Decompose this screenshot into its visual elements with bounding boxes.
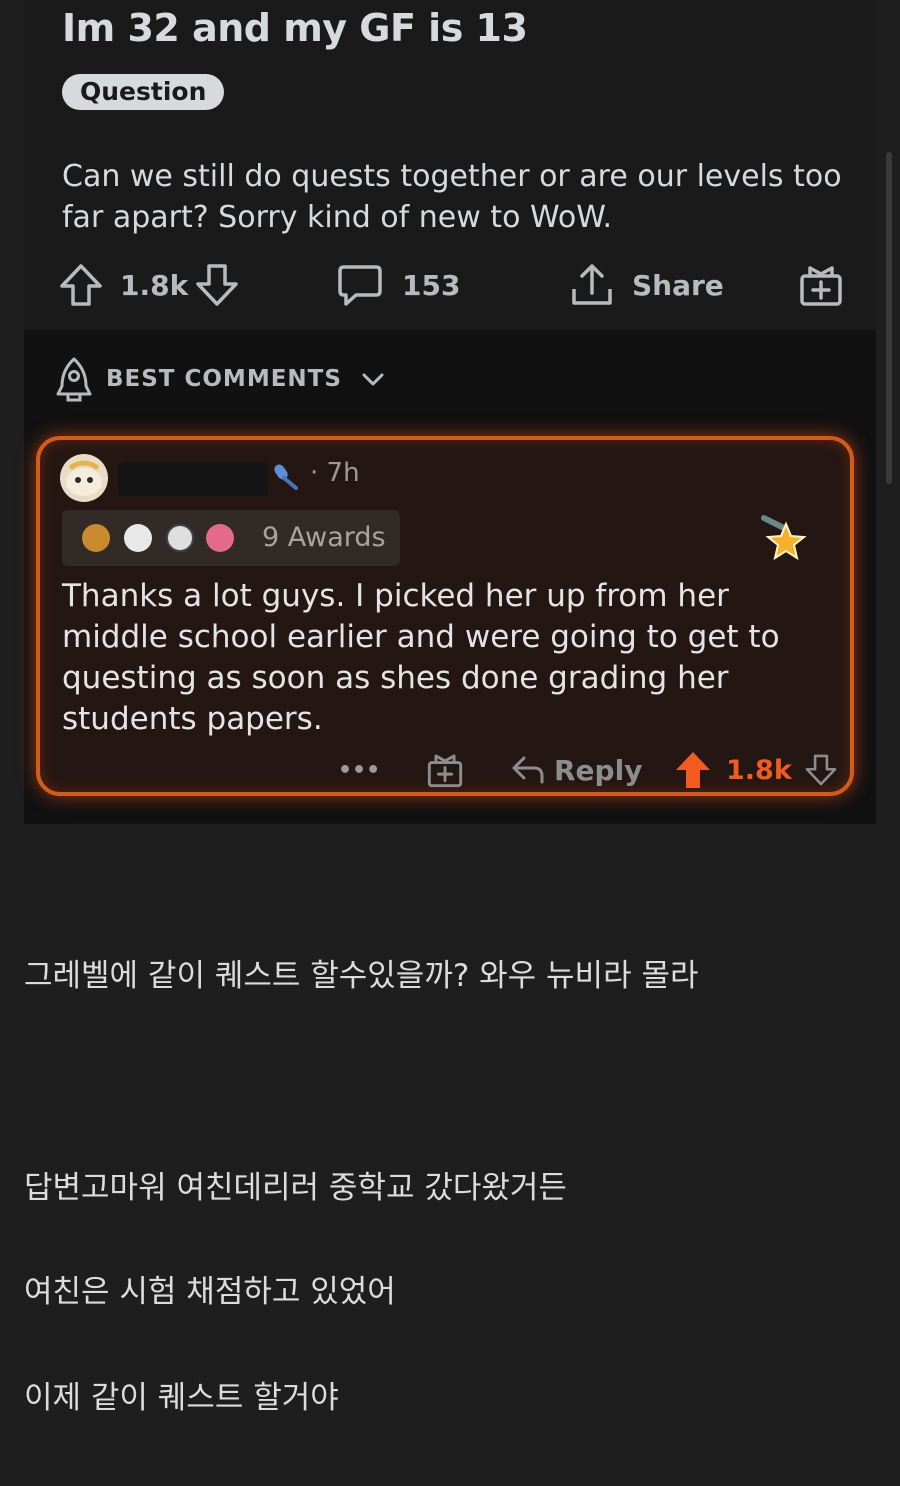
- post-flair[interactable]: Question: [62, 74, 225, 110]
- post-action-bar: 1.8k 153 Share: [24, 258, 876, 312]
- post-score: 1.8k: [120, 268, 189, 302]
- comment-upvote-button[interactable]: [674, 748, 712, 792]
- star-award-icon: [82, 524, 110, 552]
- award-button[interactable]: [798, 258, 844, 312]
- share-button[interactable]: Share: [568, 258, 724, 312]
- caption-line-1: 그레벨에 같이 퀘스트 할수있을까? 와우 뉴비라 몰라: [24, 958, 699, 994]
- downvote-arrow-icon: [805, 754, 837, 786]
- caption-line-2: 답변고마워 여친데리러 중학교 갔다왔거든: [24, 1170, 567, 1206]
- awards-count: 9 Awards: [262, 522, 386, 553]
- comment-bubble-icon: [338, 265, 382, 306]
- post-card: Im 32 and my GF is 13 Question Can we st…: [24, 0, 876, 330]
- post-title[interactable]: Im 32 and my GF is 13: [62, 6, 528, 50]
- post-vote-count: 1.8k: [120, 258, 188, 312]
- caption-line-3: 여친은 시험 채점하고 있었어: [24, 1274, 396, 1310]
- awards-bar[interactable]: 9 Awards: [62, 510, 400, 566]
- comment-time: · 7h: [310, 458, 360, 488]
- post-body: Can we still do quests together or are o…: [62, 159, 842, 235]
- comment-vote-count: 1.8k: [726, 748, 792, 792]
- best-comment-card: · 7h 9 Awards Thanks a lot guys. I picke…: [36, 436, 854, 796]
- scrollbar[interactable]: [886, 152, 892, 484]
- share-label: Share: [632, 268, 724, 302]
- silver-award-icon: [166, 524, 194, 552]
- reply-button[interactable]: Reply: [510, 748, 642, 792]
- sort-label: BEST COMMENTS: [106, 366, 342, 392]
- upvote-filled-icon: [676, 752, 710, 788]
- reply-arrow-icon: [512, 756, 544, 784]
- share-icon: [572, 264, 612, 305]
- rocket-icon: [56, 357, 92, 402]
- wholesome-award-icon: [124, 524, 152, 552]
- caption-line-4: 이제 같이 퀘스트 할거야: [24, 1380, 339, 1416]
- featured-star-icon: [761, 515, 807, 561]
- comment-body: Thanks a lot guys. I picked her up from …: [62, 578, 780, 737]
- gift-icon: [800, 266, 842, 306]
- username-redacted: [118, 462, 268, 496]
- comments-button[interactable]: 153: [336, 258, 460, 312]
- comment-section: · 7h 9 Awards Thanks a lot guys. I picke…: [24, 426, 876, 824]
- upvote-button[interactable]: [58, 258, 104, 312]
- mic-icon: [274, 464, 298, 490]
- sort-bar: BEST COMMENTS: [24, 330, 876, 426]
- upvote-arrow-icon: [60, 264, 102, 306]
- comment-action-bar: ••• Reply 1.8k: [40, 748, 850, 792]
- sort-dropdown[interactable]: BEST COMMENTS: [106, 366, 385, 392]
- comment-count: 153: [402, 268, 461, 302]
- comment-downvote-button[interactable]: [804, 748, 838, 792]
- avatar[interactable]: [60, 454, 108, 502]
- heart-award-icon: [206, 524, 234, 552]
- snoo-avatar-icon: [66, 460, 102, 496]
- chevron-down-icon: [362, 373, 384, 385]
- comment-score: 1.8k: [726, 754, 792, 786]
- more-options-button[interactable]: •••: [338, 748, 380, 792]
- downvote-arrow-icon: [196, 264, 238, 306]
- gift-icon: [427, 754, 463, 788]
- reply-label: Reply: [554, 753, 643, 787]
- downvote-button[interactable]: [194, 258, 240, 312]
- comment-award-button[interactable]: [426, 748, 464, 792]
